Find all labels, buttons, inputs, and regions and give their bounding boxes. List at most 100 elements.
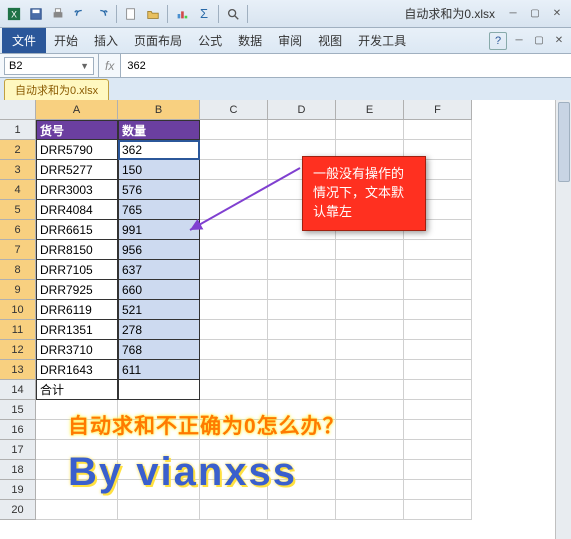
cell[interactable]: [200, 260, 268, 280]
cell[interactable]: 768: [118, 340, 200, 360]
cell[interactable]: [200, 500, 268, 520]
cell[interactable]: DRR1643: [36, 360, 118, 380]
cell[interactable]: [200, 180, 268, 200]
cell[interactable]: [200, 220, 268, 240]
row-header[interactable]: 3: [0, 160, 36, 180]
tab-data[interactable]: 数据: [230, 28, 270, 53]
cell[interactable]: [336, 360, 404, 380]
cell[interactable]: [200, 140, 268, 160]
row-header[interactable]: 11: [0, 320, 36, 340]
cell[interactable]: DRR7925: [36, 280, 118, 300]
cell[interactable]: DRR3710: [36, 340, 118, 360]
cell[interactable]: [268, 120, 336, 140]
redo-icon[interactable]: [92, 4, 112, 24]
cell[interactable]: 货号: [36, 120, 118, 140]
open-icon[interactable]: [143, 4, 163, 24]
doc-minimize-icon[interactable]: ─: [509, 33, 529, 49]
new-icon[interactable]: [121, 4, 141, 24]
row-header[interactable]: 1: [0, 120, 36, 140]
cell[interactable]: 362: [118, 140, 200, 160]
cell[interactable]: 611: [118, 360, 200, 380]
file-tab[interactable]: 文件: [2, 28, 46, 53]
cell[interactable]: 数量: [118, 120, 200, 140]
workbook-tab[interactable]: 自动求和为0.xlsx: [4, 79, 109, 100]
doc-close-icon[interactable]: ✕: [549, 33, 569, 49]
cell[interactable]: 660: [118, 280, 200, 300]
row-header[interactable]: 12: [0, 340, 36, 360]
cell[interactable]: [404, 260, 472, 280]
cell[interactable]: 合计: [36, 380, 118, 400]
vertical-scrollbar[interactable]: [555, 100, 571, 539]
cell[interactable]: [200, 360, 268, 380]
cell[interactable]: [200, 280, 268, 300]
autosum-icon[interactable]: Σ: [194, 4, 214, 24]
cell[interactable]: [268, 280, 336, 300]
column-header[interactable]: E: [336, 100, 404, 120]
cell[interactable]: [404, 480, 472, 500]
cell[interactable]: 991: [118, 220, 200, 240]
row-header[interactable]: 20: [0, 500, 36, 520]
cell[interactable]: [200, 160, 268, 180]
row-header[interactable]: 10: [0, 300, 36, 320]
row-header[interactable]: 19: [0, 480, 36, 500]
cell[interactable]: [404, 300, 472, 320]
row-header[interactable]: 2: [0, 140, 36, 160]
save-icon[interactable]: [26, 4, 46, 24]
cell[interactable]: [404, 240, 472, 260]
row-header[interactable]: 4: [0, 180, 36, 200]
cell[interactable]: [336, 380, 404, 400]
cell[interactable]: [268, 300, 336, 320]
cell[interactable]: 150: [118, 160, 200, 180]
column-header[interactable]: C: [200, 100, 268, 120]
cell[interactable]: DRR5790: [36, 140, 118, 160]
cell[interactable]: [404, 380, 472, 400]
row-header[interactable]: 8: [0, 260, 36, 280]
cell[interactable]: [36, 500, 118, 520]
cell[interactable]: 576: [118, 180, 200, 200]
cell[interactable]: [404, 340, 472, 360]
cell[interactable]: [404, 500, 472, 520]
cell[interactable]: [268, 260, 336, 280]
cell[interactable]: [336, 280, 404, 300]
undo-icon[interactable]: [70, 4, 90, 24]
cell[interactable]: [268, 380, 336, 400]
cell[interactable]: [268, 320, 336, 340]
cell[interactable]: DRR6119: [36, 300, 118, 320]
column-header[interactable]: B: [118, 100, 200, 120]
cell[interactable]: [404, 320, 472, 340]
cell[interactable]: [200, 340, 268, 360]
cell[interactable]: [200, 240, 268, 260]
cell[interactable]: 765: [118, 200, 200, 220]
cell[interactable]: DRR8150: [36, 240, 118, 260]
row-header[interactable]: 15: [0, 400, 36, 420]
row-header[interactable]: 7: [0, 240, 36, 260]
tab-formulas[interactable]: 公式: [190, 28, 230, 53]
tab-layout[interactable]: 页面布局: [126, 28, 190, 53]
cell[interactable]: DRR1351: [36, 320, 118, 340]
doc-restore-icon[interactable]: ▢: [529, 33, 549, 49]
row-header[interactable]: 9: [0, 280, 36, 300]
cell[interactable]: [336, 320, 404, 340]
chevron-down-icon[interactable]: ▼: [80, 61, 89, 71]
tab-review[interactable]: 审阅: [270, 28, 310, 53]
cell[interactable]: [336, 400, 404, 420]
app-icon[interactable]: X: [4, 4, 24, 24]
row-header[interactable]: 16: [0, 420, 36, 440]
cell[interactable]: [200, 120, 268, 140]
cell[interactable]: [200, 380, 268, 400]
fx-icon[interactable]: fx: [105, 59, 114, 73]
cell[interactable]: [268, 240, 336, 260]
formula-input[interactable]: 362: [121, 54, 571, 77]
row-header[interactable]: 14: [0, 380, 36, 400]
cell[interactable]: [404, 420, 472, 440]
cell[interactable]: [404, 460, 472, 480]
cell[interactable]: [336, 480, 404, 500]
tab-view[interactable]: 视图: [310, 28, 350, 53]
row-header[interactable]: 18: [0, 460, 36, 480]
cell[interactable]: [336, 300, 404, 320]
row-header[interactable]: 6: [0, 220, 36, 240]
chart-icon[interactable]: [172, 4, 192, 24]
cell[interactable]: 956: [118, 240, 200, 260]
cell[interactable]: [404, 360, 472, 380]
cell[interactable]: [336, 240, 404, 260]
